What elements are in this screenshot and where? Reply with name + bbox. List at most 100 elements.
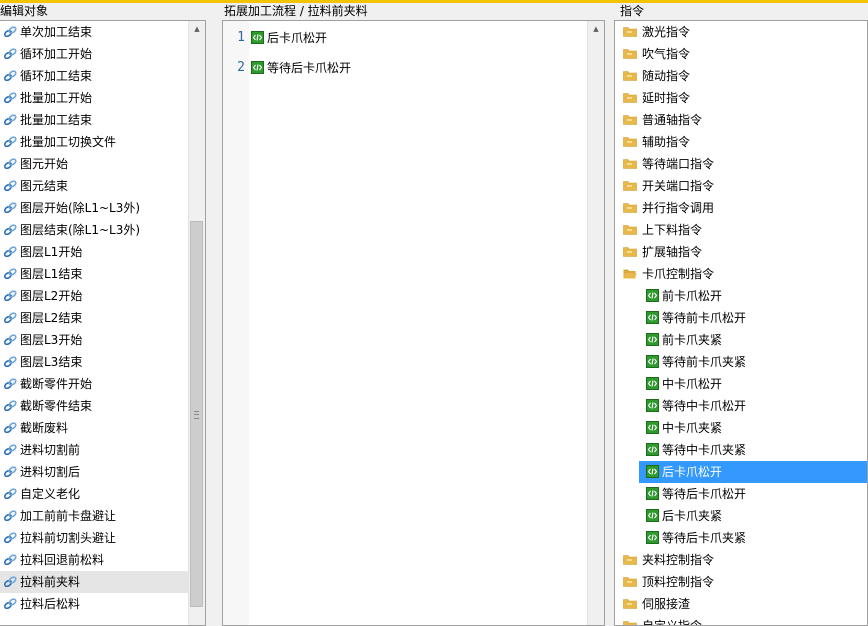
command-category[interactable]: 延时指令: [615, 87, 867, 109]
edit-object-item[interactable]: 批量加工开始: [0, 87, 188, 109]
command-item[interactable]: 中卡爪松开: [615, 373, 867, 395]
command-item[interactable]: 后卡爪夹紧: [615, 505, 867, 527]
code-command-icon: [646, 531, 659, 544]
edit-object-scrollbar[interactable]: ▲: [188, 21, 205, 625]
edit-object-item-label: 循环加工结束: [20, 69, 93, 83]
command-item[interactable]: 等待后卡爪松开: [615, 483, 867, 505]
edit-object-item[interactable]: 图层L2结束: [0, 307, 188, 329]
edit-object-item[interactable]: 循环加工结束: [0, 65, 188, 87]
process-code-area[interactable]: 后卡爪松开等待后卡爪松开: [249, 21, 587, 625]
command-item[interactable]: 前卡爪夹紧: [615, 329, 867, 351]
edit-object-item[interactable]: 图层L3开始: [0, 329, 188, 351]
scroll-up-arrow-icon[interactable]: ▲: [588, 21, 604, 38]
chain-link-icon: [3, 179, 17, 191]
edit-object-item[interactable]: 循环加工开始: [0, 43, 188, 65]
edit-object-item-label: 图元开始: [20, 157, 69, 171]
line-number-gutter: 12: [223, 21, 249, 625]
command-item-label: 等待后卡爪松开: [662, 487, 747, 501]
folder-icon: [623, 158, 637, 169]
scroll-up-arrow-icon[interactable]: ▲: [189, 21, 205, 38]
edit-object-item[interactable]: 拉料前夹料: [0, 571, 188, 593]
folder-icon: [623, 246, 637, 257]
command-category-label: 随动指令: [642, 69, 691, 83]
edit-object-item[interactable]: 图层开始(除L1~L3外): [0, 197, 188, 219]
command-category[interactable]: 卡爪控制指令: [615, 263, 867, 285]
process-editor-box[interactable]: 12 后卡爪松开等待后卡爪松开 ▲: [222, 20, 605, 626]
folder-icon: [623, 576, 637, 587]
chain-link-icon: [3, 377, 17, 389]
folder-icon: [623, 180, 637, 191]
process-step[interactable]: 后卡爪松开: [251, 28, 327, 48]
edit-object-item[interactable]: 图层L3结束: [0, 351, 188, 373]
code-command-icon: [646, 465, 659, 478]
edit-object-item[interactable]: 进料切割前: [0, 439, 188, 461]
process-step-label: 后卡爪松开: [267, 31, 328, 45]
command-item-label: 前卡爪夹紧: [662, 333, 723, 347]
command-item[interactable]: 后卡爪松开: [639, 461, 867, 483]
process-step[interactable]: 等待后卡爪松开: [251, 58, 351, 78]
edit-object-item[interactable]: 图层L2开始: [0, 285, 188, 307]
edit-object-item[interactable]: 图元开始: [0, 153, 188, 175]
command-category[interactable]: 等待端口指令: [615, 153, 867, 175]
command-category[interactable]: 伺服接渣: [615, 593, 867, 615]
command-item[interactable]: 等待前卡爪夹紧: [615, 351, 867, 373]
edit-object-item[interactable]: 加工前前卡盘避让: [0, 505, 188, 527]
edit-object-item[interactable]: 拉料后松料: [0, 593, 188, 615]
command-category[interactable]: 上下料指令: [615, 219, 867, 241]
chain-link-icon: [3, 553, 17, 565]
edit-object-item[interactable]: 截断零件开始: [0, 373, 188, 395]
chain-link-icon: [3, 245, 17, 257]
command-category[interactable]: 开关端口指令: [615, 175, 867, 197]
command-category[interactable]: 自定义指令: [615, 615, 867, 626]
command-category[interactable]: 激光指令: [615, 21, 867, 43]
edit-object-item-label: 批量加工切换文件: [20, 135, 117, 149]
edit-object-item[interactable]: 单次加工结束: [0, 21, 188, 43]
line-number: 1: [237, 30, 245, 45]
edit-object-item[interactable]: 图层结束(除L1~L3外): [0, 219, 188, 241]
edit-object-item[interactable]: 图层L1开始: [0, 241, 188, 263]
command-category-label: 普通轴指令: [642, 113, 703, 127]
command-category[interactable]: 随动指令: [615, 65, 867, 87]
command-item-label: 等待中卡爪夹紧: [662, 443, 747, 457]
scrollbar-thumb[interactable]: [190, 221, 203, 607]
edit-object-item-label: 批量加工结束: [20, 113, 93, 127]
command-item[interactable]: 中卡爪夹紧: [615, 417, 867, 439]
folder-icon: [623, 70, 637, 81]
edit-object-item-label: 图层L2开始: [20, 289, 83, 303]
command-category[interactable]: 夹料控制指令: [615, 549, 867, 571]
command-category-label: 自定义指令: [642, 619, 703, 626]
folder-icon: [623, 598, 637, 609]
edit-object-item[interactable]: 批量加工结束: [0, 109, 188, 131]
command-item[interactable]: 等待中卡爪松开: [615, 395, 867, 417]
command-category[interactable]: 辅助指令: [615, 131, 867, 153]
command-item[interactable]: 前卡爪松开: [615, 285, 867, 307]
command-item[interactable]: 等待前卡爪松开: [615, 307, 867, 329]
edit-object-item[interactable]: 拉料前切割头避让: [0, 527, 188, 549]
edit-object-item-label: 截断废料: [20, 421, 69, 435]
command-item[interactable]: 等待后卡爪夹紧: [615, 527, 867, 549]
command-item-label: 等待前卡爪夹紧: [662, 355, 747, 369]
edit-object-item[interactable]: 截断废料: [0, 417, 188, 439]
command-category[interactable]: 普通轴指令: [615, 109, 867, 131]
edit-object-item[interactable]: 图元结束: [0, 175, 188, 197]
edit-object-item[interactable]: 拉料回退前松料: [0, 549, 188, 571]
chain-link-icon: [3, 509, 17, 521]
edit-object-item[interactable]: 批量加工切换文件: [0, 131, 188, 153]
command-item[interactable]: 等待中卡爪夹紧: [615, 439, 867, 461]
folder-icon: [623, 202, 637, 213]
command-tree-box[interactable]: 激光指令 吹气指令随动指令延时指令普通轴指令辅助指令 等待端口指令 开关端口指令 并行指…: [614, 20, 868, 626]
edit-object-item[interactable]: 自定义老化: [0, 483, 188, 505]
command-category[interactable]: 扩展轴指令: [615, 241, 867, 263]
edit-object-item[interactable]: 进料切割后: [0, 461, 188, 483]
command-category[interactable]: 顶料控制指令: [615, 571, 867, 593]
edit-object-item[interactable]: 图层L1结束: [0, 263, 188, 285]
process-editor-scrollbar[interactable]: ▲: [587, 21, 604, 625]
edit-object-item-label: 图层开始(除L1~L3外): [20, 201, 141, 215]
edit-object-item-label: 截断零件结束: [20, 399, 93, 413]
edit-object-item-label: 循环加工开始: [20, 47, 93, 61]
folder-icon: [623, 224, 637, 235]
edit-object-list-box[interactable]: 单次加工结束 循环加工开始 循环加工结束 批量加工开始 批量加工结束 批量加工切换文件 图元…: [0, 20, 206, 626]
edit-object-item[interactable]: 截断零件结束: [0, 395, 188, 417]
command-category[interactable]: 吹气指令: [615, 43, 867, 65]
command-category[interactable]: 并行指令调用: [615, 197, 867, 219]
